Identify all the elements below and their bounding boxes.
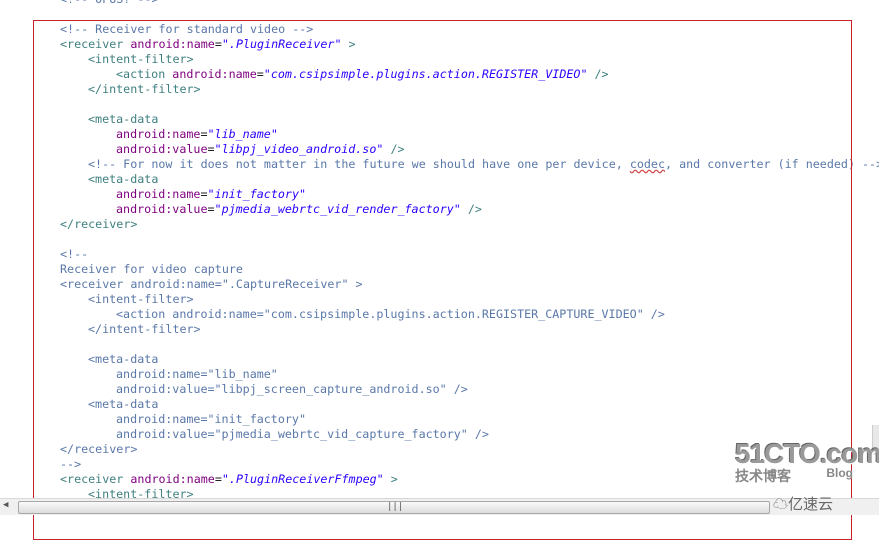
watermark-brand: ☁亿速云 xyxy=(773,496,834,513)
watermark-sub: 技术博客 xyxy=(735,468,791,484)
highlight-box xyxy=(33,20,852,540)
code-line: <!-- OPUS? --> xyxy=(60,0,879,7)
grip-icon: ||| xyxy=(387,502,404,512)
watermark: 51CTO.com Blog 技术博客 ☁亿速云 xyxy=(735,438,879,514)
code-token: <!-- OPUS? --> xyxy=(60,0,159,6)
scroll-left-arrow-icon[interactable]: ◀ xyxy=(3,500,8,510)
scrollbar-thumb[interactable]: ||| xyxy=(18,501,770,514)
